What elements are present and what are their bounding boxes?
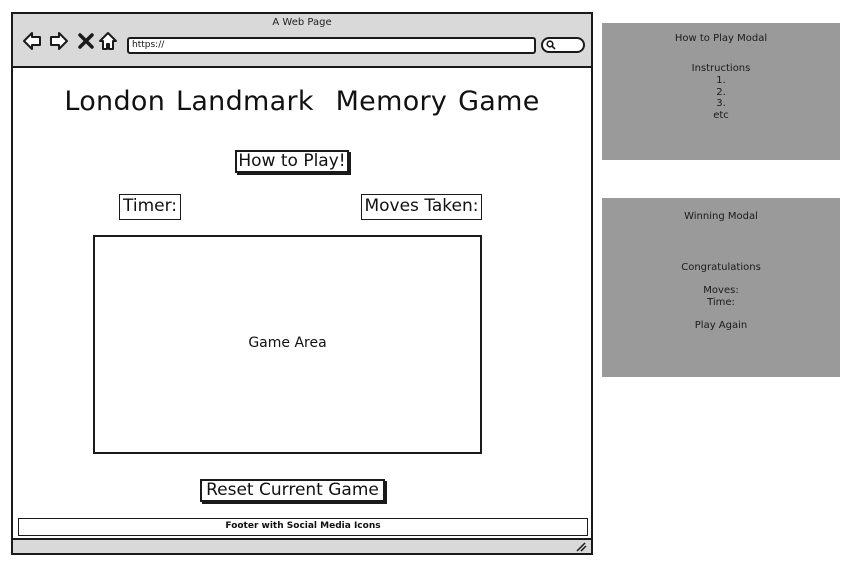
instructions-heading: Instructions xyxy=(691,63,751,74)
how-to-play-modal: How to Play Modal Instructions 1. 2. 3. … xyxy=(602,23,840,160)
window-title: A Web Page xyxy=(272,17,332,28)
play-again-button[interactable]: Play Again xyxy=(602,320,840,331)
url-input[interactable]: https:// xyxy=(127,37,536,54)
search-field[interactable] xyxy=(541,37,585,53)
home-icon[interactable] xyxy=(98,31,118,51)
forward-arrow-icon[interactable] xyxy=(49,31,69,51)
how-to-play-button[interactable]: How to Play! xyxy=(235,150,349,173)
browser-toolbar: A Web Page https:// xyxy=(13,14,591,68)
modal-title: How to Play Modal xyxy=(674,33,768,44)
winning-modal: Winning Modal Congratulations Moves: Tim… xyxy=(602,198,840,377)
congratulations-text: Congratulations xyxy=(681,262,761,273)
page-content: London Landmark Memory Game How to Play!… xyxy=(13,68,591,538)
browser-window: A Web Page https:// London Landmark Memo… xyxy=(11,12,593,555)
page-title: London Landmark Memory Game xyxy=(64,86,540,117)
modal-title: Winning Modal xyxy=(684,211,758,222)
instruction-item: 1. xyxy=(716,75,726,86)
moves-taken-label: Moves Taken: xyxy=(361,194,482,220)
back-arrow-icon[interactable] xyxy=(22,31,42,51)
instruction-item: 2. xyxy=(716,87,726,98)
time-result-label: Time: xyxy=(707,297,735,308)
instruction-item: etc xyxy=(713,110,729,121)
reset-game-button[interactable]: Reset Current Game xyxy=(200,479,385,502)
moves-result-label: Moves: xyxy=(703,285,739,296)
close-x-icon[interactable] xyxy=(76,31,96,51)
instruction-item: 3. xyxy=(716,98,726,109)
search-icon xyxy=(546,40,556,50)
browser-status-bar xyxy=(13,538,591,553)
footer: Footer with Social Media Icons xyxy=(18,518,588,536)
game-area-label: Game Area xyxy=(248,335,327,351)
timer-label: Timer: xyxy=(119,194,181,220)
resize-grip-icon[interactable] xyxy=(575,542,587,552)
game-area[interactable]: Game Area xyxy=(93,235,482,454)
